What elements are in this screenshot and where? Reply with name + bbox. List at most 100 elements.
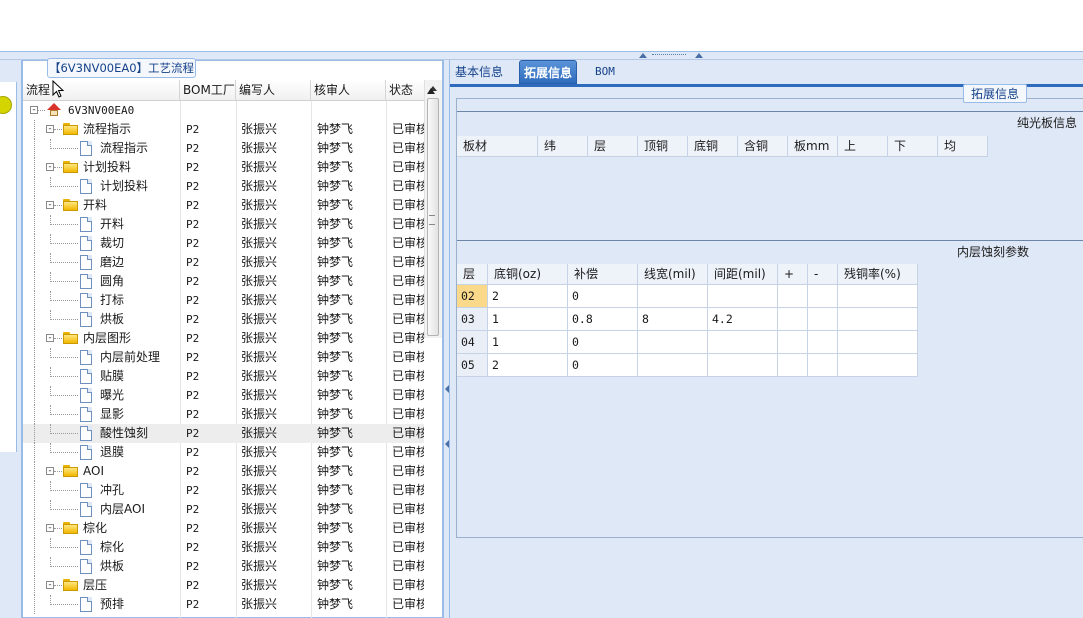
column-header-reviewer[interactable]: 核审人	[311, 80, 386, 100]
column-header-spacing[interactable]: 间距(mil)	[708, 264, 778, 284]
column-header-residual-copper[interactable]: 残铜率(%)	[838, 264, 918, 284]
spacing-cell[interactable]: 4.2	[708, 308, 778, 331]
tab-bom[interactable]: BOM	[591, 60, 619, 84]
collapse-toggle-icon[interactable]: -	[46, 201, 54, 210]
plus-cell[interactable]	[778, 285, 808, 308]
layer-cell[interactable]: 05	[457, 354, 488, 377]
column-header-weft[interactable]: 纬	[538, 136, 588, 156]
plus-cell[interactable]	[778, 354, 808, 377]
vertical-splitter[interactable]	[443, 60, 450, 618]
column-header-board-mm[interactable]: 板mm	[788, 136, 838, 156]
minus-cell[interactable]	[808, 308, 838, 331]
etching-row[interactable]: 05 2 0	[457, 354, 918, 377]
tree-step-row[interactable]: 贴膜 P2 张振兴 钟梦飞 已审核	[23, 367, 424, 386]
collapse-toggle-icon[interactable]: -	[46, 334, 54, 343]
tree-step-row[interactable]: 裁切 P2 张振兴 钟梦飞 已审核	[23, 234, 424, 253]
collapse-toggle-icon[interactable]: -	[46, 125, 54, 134]
column-header-base-copper[interactable]: 底铜(oz)	[488, 264, 568, 284]
tree-step-row[interactable]: 曝光 P2 张振兴 钟梦飞 已审核	[23, 386, 424, 405]
column-header-copper-included[interactable]: 含铜	[738, 136, 788, 156]
compensation-cell[interactable]: 0	[568, 354, 638, 377]
base-copper-cell[interactable]: 2	[488, 285, 568, 308]
column-header-line-width[interactable]: 线宽(mil)	[638, 264, 708, 284]
column-header-bom-factory[interactable]: BOM工厂	[180, 80, 236, 100]
column-header-layer[interactable]: 层	[588, 136, 638, 156]
column-header-minus[interactable]: -	[808, 264, 838, 284]
base-copper-cell[interactable]: 1	[488, 308, 568, 331]
collapse-up-arrow-icon[interactable]	[639, 53, 647, 58]
spacing-cell[interactable]	[708, 354, 778, 377]
tree-step-row[interactable]: 酸性蚀刻 P2 张振兴 钟梦飞 已审核	[23, 424, 424, 443]
collapse-toggle-icon[interactable]: -	[30, 106, 38, 115]
collapse-left-arrow-icon[interactable]	[445, 385, 449, 393]
collapse-toggle-icon[interactable]: -	[46, 163, 54, 172]
etching-row[interactable]: 03 1 0.8 8 4.2	[457, 308, 918, 331]
line-width-cell[interactable]: 8	[638, 308, 708, 331]
spacing-cell[interactable]	[708, 331, 778, 354]
column-header-flow[interactable]: 流程	[23, 80, 180, 100]
column-header-status[interactable]: 状态	[386, 80, 424, 100]
tree-folder-row[interactable]: - 层压 P2 张振兴 钟梦飞 已审核	[23, 576, 424, 595]
spacing-cell[interactable]	[708, 285, 778, 308]
base-copper-cell[interactable]: 1	[488, 331, 568, 354]
line-width-cell[interactable]	[638, 354, 708, 377]
tree-step-row[interactable]: 冲孔 P2 张振兴 钟梦飞 已审核	[23, 481, 424, 500]
tree-step-row[interactable]: 开料 P2 张振兴 钟梦飞 已审核	[23, 215, 424, 234]
tree-step-row[interactable]: 烘板 P2 张振兴 钟梦飞 已审核	[23, 310, 424, 329]
minus-cell[interactable]	[808, 354, 838, 377]
tree-folder-row[interactable]: - 开料 P2 张振兴 钟梦飞 已审核	[23, 196, 424, 215]
tree-root-node[interactable]: - 6V3NV00EA0	[23, 101, 424, 120]
tree-folder-row[interactable]: - 棕化 P2 张振兴 钟梦飞 已审核	[23, 519, 424, 538]
column-header-compensation[interactable]: 补偿	[568, 264, 638, 284]
residual-copper-cell[interactable]	[838, 308, 918, 331]
collapse-toggle-icon[interactable]: -	[46, 467, 54, 476]
minus-cell[interactable]	[808, 331, 838, 354]
collapse-toggle-icon[interactable]: -	[46, 581, 54, 590]
tree-step-row[interactable]: 流程指示 P2 张振兴 钟梦飞 已审核	[23, 139, 424, 158]
tree-step-row[interactable]: 内层前处理 P2 张振兴 钟梦飞 已审核	[23, 348, 424, 367]
tab-extended-info[interactable]: 拓展信息	[519, 60, 578, 84]
tree-step-row[interactable]: 显影 P2 张振兴 钟梦飞 已审核	[23, 405, 424, 424]
etching-row[interactable]: 02 2 0	[457, 285, 918, 308]
residual-copper-cell[interactable]	[838, 354, 918, 377]
column-header-average[interactable]: 均	[938, 136, 988, 156]
tree-step-row[interactable]: 磨边 P2 张振兴 钟梦飞 已审核	[23, 253, 424, 272]
tab-basic-info[interactable]: 基本信息	[451, 60, 507, 84]
compensation-cell[interactable]: 0	[568, 285, 638, 308]
column-header-bottom-copper[interactable]: 底铜	[688, 136, 738, 156]
plus-cell[interactable]	[778, 308, 808, 331]
line-width-cell[interactable]	[638, 331, 708, 354]
tree-folder-row[interactable]: - 计划投料 P2 张振兴 钟梦飞 已审核	[23, 158, 424, 177]
tree-step-row[interactable]: 圆角 P2 张振兴 钟梦飞 已审核	[23, 272, 424, 291]
column-header-plus[interactable]: +	[778, 264, 808, 284]
tree-folder-row[interactable]: - AOI P2 张振兴 钟梦飞 已审核	[23, 462, 424, 481]
layer-cell[interactable]: 04	[457, 331, 488, 354]
collapse-toggle-icon[interactable]: -	[46, 524, 54, 533]
minus-cell[interactable]	[808, 285, 838, 308]
etching-row[interactable]: 04 1 0	[457, 331, 918, 354]
compensation-cell[interactable]: 0	[568, 331, 638, 354]
residual-copper-cell[interactable]	[838, 285, 918, 308]
layer-cell[interactable]: 03	[457, 308, 488, 331]
column-header-layer[interactable]: 层	[457, 264, 488, 284]
tree-step-row[interactable]: 烘板 P2 张振兴 钟梦飞 已审核	[23, 557, 424, 576]
tree-step-row[interactable]: 打标 P2 张振兴 钟梦飞 已审核	[23, 291, 424, 310]
column-header-upper[interactable]: 上	[838, 136, 888, 156]
column-header-writer[interactable]: 编写人	[236, 80, 311, 100]
plus-cell[interactable]	[778, 331, 808, 354]
tree-folder-row[interactable]: - 流程指示 P2 张振兴 钟梦飞 已审核	[23, 120, 424, 139]
sort-ascending-icon[interactable]	[427, 88, 435, 94]
compensation-cell[interactable]: 0.8	[568, 308, 638, 331]
column-header-top-copper[interactable]: 顶铜	[638, 136, 688, 156]
tree-step-row[interactable]: 内层AOI P2 张振兴 钟梦飞 已审核	[23, 500, 424, 519]
collapse-up-arrow-icon[interactable]	[695, 53, 703, 58]
tree-scrollbar[interactable]	[424, 80, 442, 338]
collapse-left-arrow-icon[interactable]	[445, 440, 449, 448]
splitter-grip[interactable]	[652, 54, 686, 58]
tree-step-row[interactable]: 退膜 P2 张振兴 钟梦飞 已审核	[23, 443, 424, 462]
tree-step-row[interactable]: 棕化 P2 张振兴 钟梦飞 已审核	[23, 538, 424, 557]
layer-cell[interactable]: 02	[457, 285, 488, 308]
tree-folder-row[interactable]: - 内层图形 P2 张振兴 钟梦飞 已审核	[23, 329, 424, 348]
tree-step-row[interactable]: 预排 P2 张振兴 钟梦飞 已审核	[23, 595, 424, 614]
column-header-lower[interactable]: 下	[888, 136, 938, 156]
